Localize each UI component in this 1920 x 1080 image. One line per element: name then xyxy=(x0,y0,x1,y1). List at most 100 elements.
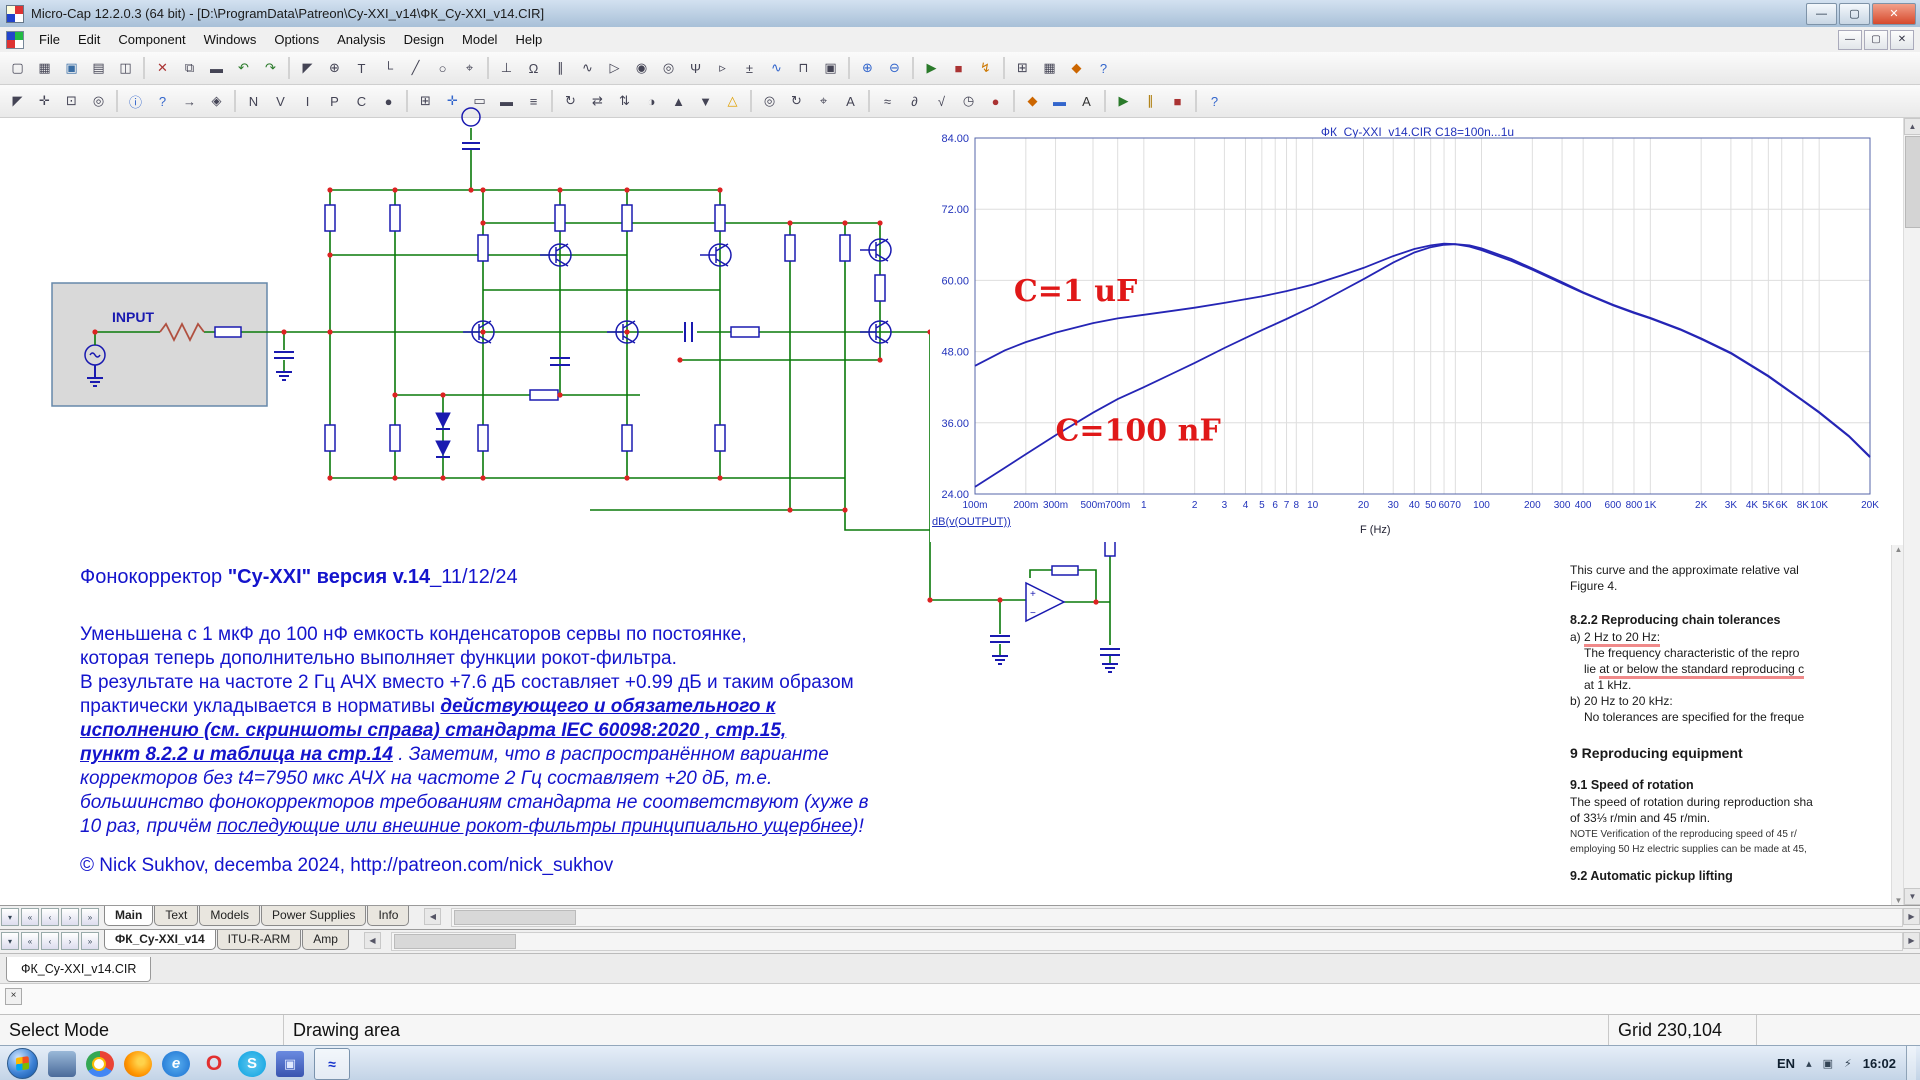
node-numbers-icon[interactable]: N xyxy=(240,88,267,115)
chart-trace-label[interactable]: dB(v(OUTPUT)) xyxy=(932,516,1011,528)
component-mode-icon[interactable]: ⊕ xyxy=(321,55,348,82)
color-settings-icon[interactable]: ◆ xyxy=(1063,55,1090,82)
menu-file[interactable]: File xyxy=(30,29,69,50)
mdi-minimize-button[interactable]: — xyxy=(1838,30,1862,50)
display-icon[interactable]: ▣ xyxy=(1823,1057,1833,1070)
menu-component[interactable]: Component xyxy=(109,29,194,50)
chrome-icon[interactable] xyxy=(86,1051,114,1077)
fill-color-icon[interactable]: ◆ xyxy=(1019,88,1046,115)
zoom-out-icon[interactable]: ⊖ xyxy=(881,55,908,82)
power-display-icon[interactable]: P xyxy=(321,88,348,115)
page-border-icon[interactable]: ▭ xyxy=(466,88,493,115)
probe-icon[interactable]: ↯ xyxy=(972,55,999,82)
mirror-horizontal-icon[interactable]: ⇄ xyxy=(584,88,611,115)
scrollbar-thumb[interactable] xyxy=(454,910,576,925)
select-mode-icon[interactable]: ◤ xyxy=(294,55,321,82)
close-icon[interactable]: × xyxy=(5,988,22,1005)
battery-component-icon[interactable]: ± xyxy=(736,55,763,82)
scroll-up-icon[interactable]: ▲ xyxy=(1904,118,1920,135)
opamp-component-icon[interactable]: ▹ xyxy=(709,55,736,82)
diagonal-wire-mode-icon[interactable]: ╱ xyxy=(402,55,429,82)
undo-icon[interactable]: ↶ xyxy=(230,55,257,82)
clock[interactable]: 16:02 xyxy=(1863,1056,1896,1071)
print-preview-icon[interactable]: ◫ xyxy=(112,55,139,82)
paste-icon[interactable]: ▬ xyxy=(203,55,230,82)
power-icon[interactable]: ⚡ xyxy=(1844,1057,1852,1070)
tab-scroll-first[interactable]: « xyxy=(21,932,39,950)
pin-connections-icon[interactable]: ● xyxy=(375,88,402,115)
menu-options[interactable]: Options xyxy=(265,29,328,50)
scroll-right-icon[interactable]: ▶ xyxy=(1903,932,1920,949)
save-file-icon[interactable]: ▣ xyxy=(58,55,85,82)
opera-icon[interactable]: O xyxy=(200,1051,228,1077)
horizontal-scrollbar[interactable] xyxy=(451,908,1903,927)
show-hidden-icons[interactable]: ▴ xyxy=(1806,1057,1812,1070)
rotate-icon[interactable]: ↻ xyxy=(557,88,584,115)
point-to-point-icon[interactable]: → xyxy=(176,88,203,115)
mdi-restore-button[interactable]: ▢ xyxy=(1864,30,1888,50)
scrollbar-thumb[interactable] xyxy=(394,934,516,949)
tab-scroll-first[interactable]: « xyxy=(21,908,39,926)
inductor-component-icon[interactable]: ∿ xyxy=(574,55,601,82)
flag-mode-icon[interactable]: ⌖ xyxy=(456,55,483,82)
breakpoint-icon[interactable]: ● xyxy=(982,88,1009,115)
zoom-in-icon[interactable]: ⊕ xyxy=(854,55,881,82)
pan-icon[interactable]: ✛ xyxy=(31,88,58,115)
tab-scroll-prev[interactable]: ‹ xyxy=(41,908,59,926)
stop-analysis-icon[interactable]: ■ xyxy=(945,55,972,82)
help-mode-icon[interactable]: ? xyxy=(149,88,176,115)
mosfet-component-icon[interactable]: Ψ xyxy=(682,55,709,82)
horizontal-scrollbar[interactable] xyxy=(391,932,1903,951)
skype-icon[interactable]: S xyxy=(238,1051,266,1077)
resistor-component-icon[interactable]: Ω xyxy=(520,55,547,82)
stepping-icon[interactable]: ≈ xyxy=(874,88,901,115)
watch-icon[interactable]: ◷ xyxy=(955,88,982,115)
help-contents-icon[interactable]: ? xyxy=(1201,88,1228,115)
scroll-up-icon[interactable]: ▲ xyxy=(1895,545,1903,554)
minimize-button[interactable]: — xyxy=(1806,3,1837,25)
open-file-icon[interactable]: ▦ xyxy=(31,55,58,82)
show-desktop-button[interactable] xyxy=(1906,1046,1916,1080)
grid-toggle-icon[interactable]: ⊞ xyxy=(1009,55,1036,82)
capacitor-component-icon[interactable]: ∥ xyxy=(547,55,574,82)
scrollbar-thumb[interactable] xyxy=(1905,136,1920,228)
cut-icon[interactable]: ✕ xyxy=(149,55,176,82)
print-icon[interactable]: ▤ xyxy=(85,55,112,82)
diode-component-icon[interactable]: ▷ xyxy=(601,55,628,82)
run-analysis-icon[interactable]: ▶ xyxy=(918,55,945,82)
child-window-icon[interactable] xyxy=(6,31,24,49)
vertical-scrollbar[interactable]: ▲ ▼ xyxy=(1903,118,1920,905)
optimizer-icon[interactable]: ∂ xyxy=(901,88,928,115)
mdi-close-button[interactable]: ✕ xyxy=(1890,30,1914,50)
tab-Main[interactable]: Main xyxy=(104,906,153,926)
crosshair-icon[interactable]: ✛ xyxy=(439,88,466,115)
internet-explorer-icon[interactable]: e xyxy=(162,1051,190,1077)
mirror-vertical-icon[interactable]: ⇅ xyxy=(611,88,638,115)
menu-edit[interactable]: Edit xyxy=(69,29,109,50)
zoom-window-icon[interactable]: ⊡ xyxy=(58,88,85,115)
tab-ITU-R-ARM[interactable]: ITU-R-ARM xyxy=(217,930,302,950)
run-icon[interactable]: ▶ xyxy=(1110,88,1137,115)
copy-icon[interactable]: ⧉ xyxy=(176,55,203,82)
flip-icon[interactable]: ◑ xyxy=(638,88,665,115)
line-color-icon[interactable]: ▬ xyxy=(1046,88,1073,115)
redo-icon[interactable]: ↷ xyxy=(257,55,284,82)
text-mode-icon[interactable]: T xyxy=(348,55,375,82)
menu-analysis[interactable]: Analysis xyxy=(328,29,394,50)
macro-component-icon[interactable]: ▣ xyxy=(817,55,844,82)
close-button[interactable]: ✕ xyxy=(1872,3,1916,25)
pin-conditions-icon[interactable]: C xyxy=(348,88,375,115)
ground-component-icon[interactable]: ⊥ xyxy=(493,55,520,82)
ruler-icon[interactable]: ≡ xyxy=(520,88,547,115)
grid-dots-icon[interactable]: ⊞ xyxy=(412,88,439,115)
start-button[interactable] xyxy=(7,1048,38,1079)
tab-scroll-prev[interactable]: ‹ xyxy=(41,932,59,950)
new-file-icon[interactable]: ▢ xyxy=(4,55,31,82)
tab-list-dropdown[interactable]: ▾ xyxy=(1,908,19,926)
menu-design[interactable]: Design xyxy=(395,29,453,50)
node-voltages-icon[interactable]: V xyxy=(267,88,294,115)
region-select-icon[interactable]: ◈ xyxy=(203,88,230,115)
pulse-source-component-icon[interactable]: ⊓ xyxy=(790,55,817,82)
maximize-button[interactable]: ▢ xyxy=(1839,3,1870,25)
wire-mode-icon[interactable]: └ xyxy=(375,55,402,82)
